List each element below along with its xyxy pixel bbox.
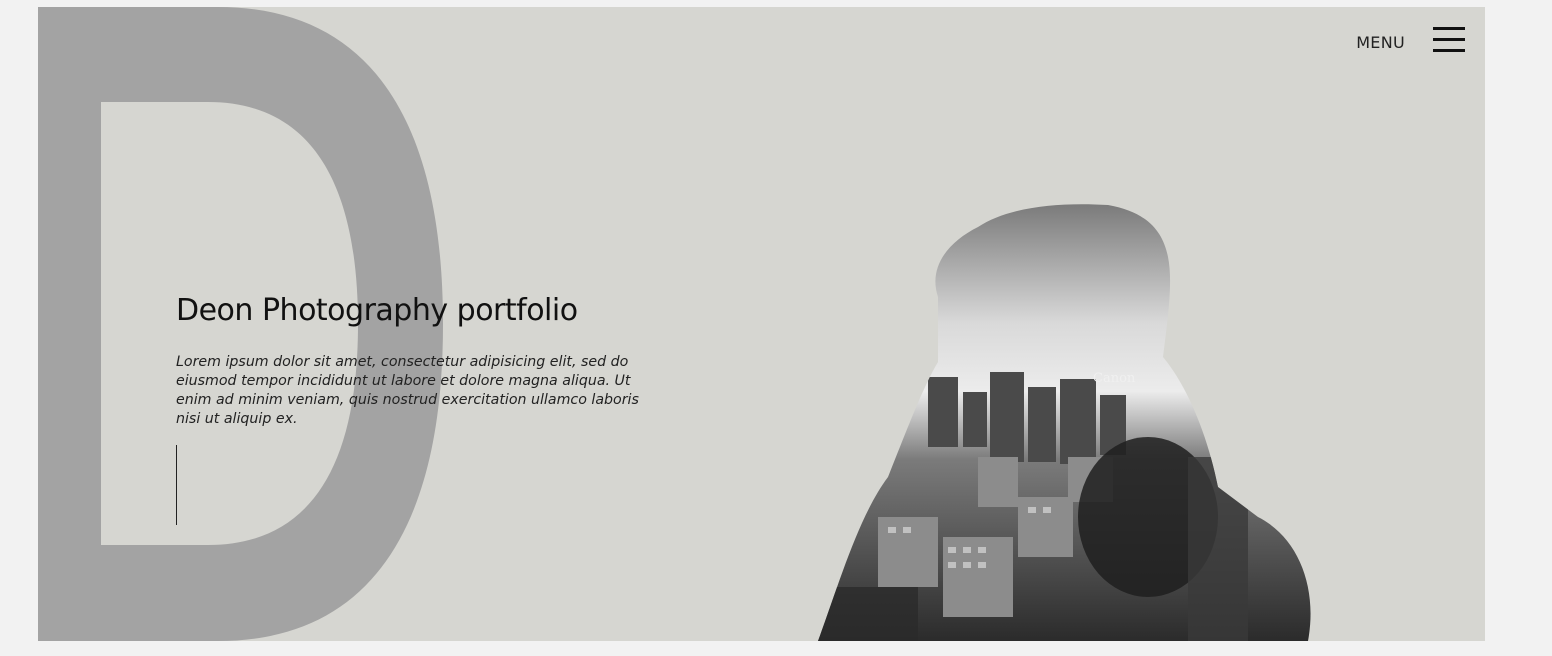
camera-brand-label: Canon [1093,371,1136,386]
page-title: Deon Photography portfolio [176,293,578,328]
photographer-image: Canon [818,204,1311,641]
hero-description: Lorem ipsum dolor sit amet, consectetur … [176,354,639,427]
menu-label[interactable]: MENU [1356,33,1405,52]
hamburger-icon[interactable] [1433,27,1465,52]
vertical-divider [176,445,177,525]
hero-section: MENU Deon Photography portfolio Lorem ip… [38,7,1485,641]
